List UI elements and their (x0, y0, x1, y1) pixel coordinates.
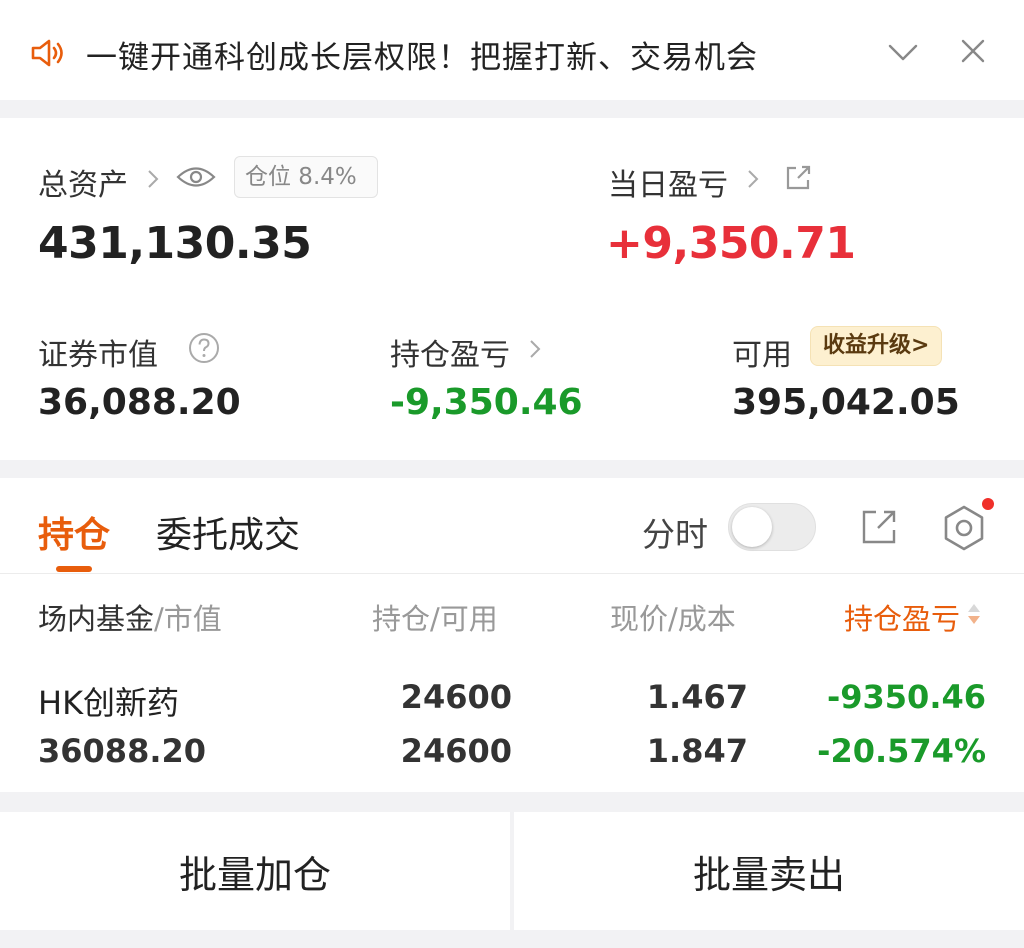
fund-market-value: 36088.20 (38, 732, 207, 770)
available-label: 可用 (732, 338, 792, 373)
securities-value-label: 证券市值 (38, 338, 158, 373)
col-header-fund-main: 场内基金 (38, 602, 155, 636)
col-header-pl[interactable]: 持仓盈亏 (844, 596, 960, 638)
batch-buy-button[interactable]: 批量加仓 (0, 812, 510, 930)
tab-underline (56, 566, 92, 572)
notification-dot (982, 498, 994, 510)
eye-icon[interactable] (176, 164, 216, 190)
position-ratio-badge: 仓位 8.4% (234, 156, 378, 198)
assets-card: 总资产 仓位 8.4% 431,130.35 当日盈亏 +9,350.71 证券… (0, 118, 1024, 460)
total-assets-value: 431,130.35 (38, 218, 312, 269)
fenshi-toggle[interactable] (728, 503, 816, 551)
col-header-price[interactable]: 现价/成本 (610, 596, 736, 638)
external-link-icon[interactable] (784, 164, 812, 192)
share-icon[interactable] (860, 508, 898, 546)
notice-bar[interactable]: 一键开通科创成长层权限！把握打新、交易机会 (0, 0, 1024, 100)
chevron-right-icon[interactable] (146, 168, 160, 190)
gear-icon[interactable] (940, 504, 988, 552)
toggle-knob (732, 507, 772, 547)
chevron-down-icon[interactable] (886, 40, 920, 64)
batch-sell-button[interactable]: 批量卖出 (514, 812, 1024, 930)
holding-pl-value: -9,350.46 (390, 382, 583, 423)
col-header-fund[interactable]: 场内基金/市值 (38, 596, 222, 638)
chevron-right-icon[interactable] (528, 338, 542, 360)
cost-price: 1.847 (646, 732, 748, 770)
available-value: 395,042.05 (732, 382, 960, 423)
chevron-right-icon[interactable] (746, 168, 760, 190)
current-price: 1.467 (646, 678, 748, 716)
daily-pl-value: +9,350.71 (606, 218, 856, 269)
notice-text[interactable]: 一键开通科创成长层权限！把握打新、交易机会 (86, 32, 758, 77)
holding-qty: 24600 (400, 678, 512, 716)
help-icon[interactable] (188, 332, 220, 364)
tab-orders[interactable]: 委托成交 (156, 506, 300, 558)
fund-name: HK创新药 (38, 684, 180, 722)
col-header-holding[interactable]: 持仓/可用 (372, 596, 498, 638)
sort-icon[interactable] (966, 602, 982, 626)
row-pl-value: -9350.46 (826, 678, 986, 716)
fenshi-label: 分时 (642, 515, 708, 554)
positions-card: 持仓 委托成交 分时 场内基金/市值 持仓/可用 现价/成本 持仓盈亏 HK创新… (0, 478, 1024, 792)
close-icon[interactable] (958, 36, 988, 66)
col-header-fund-sub: /市值 (154, 602, 222, 636)
speaker-icon (31, 39, 63, 67)
upgrade-badge[interactable]: 收益升级> (810, 326, 943, 366)
row-pl-percent: -20.574% (817, 732, 986, 770)
tab-holdings[interactable]: 持仓 (38, 506, 110, 558)
daily-pl-label[interactable]: 当日盈亏 (608, 160, 728, 204)
securities-value: 36,088.20 (38, 382, 241, 423)
holding-pl-label[interactable]: 持仓盈亏 (390, 330, 510, 374)
divider (0, 573, 1024, 574)
total-assets-label[interactable]: 总资产 (38, 160, 128, 204)
available-qty: 24600 (400, 732, 512, 770)
